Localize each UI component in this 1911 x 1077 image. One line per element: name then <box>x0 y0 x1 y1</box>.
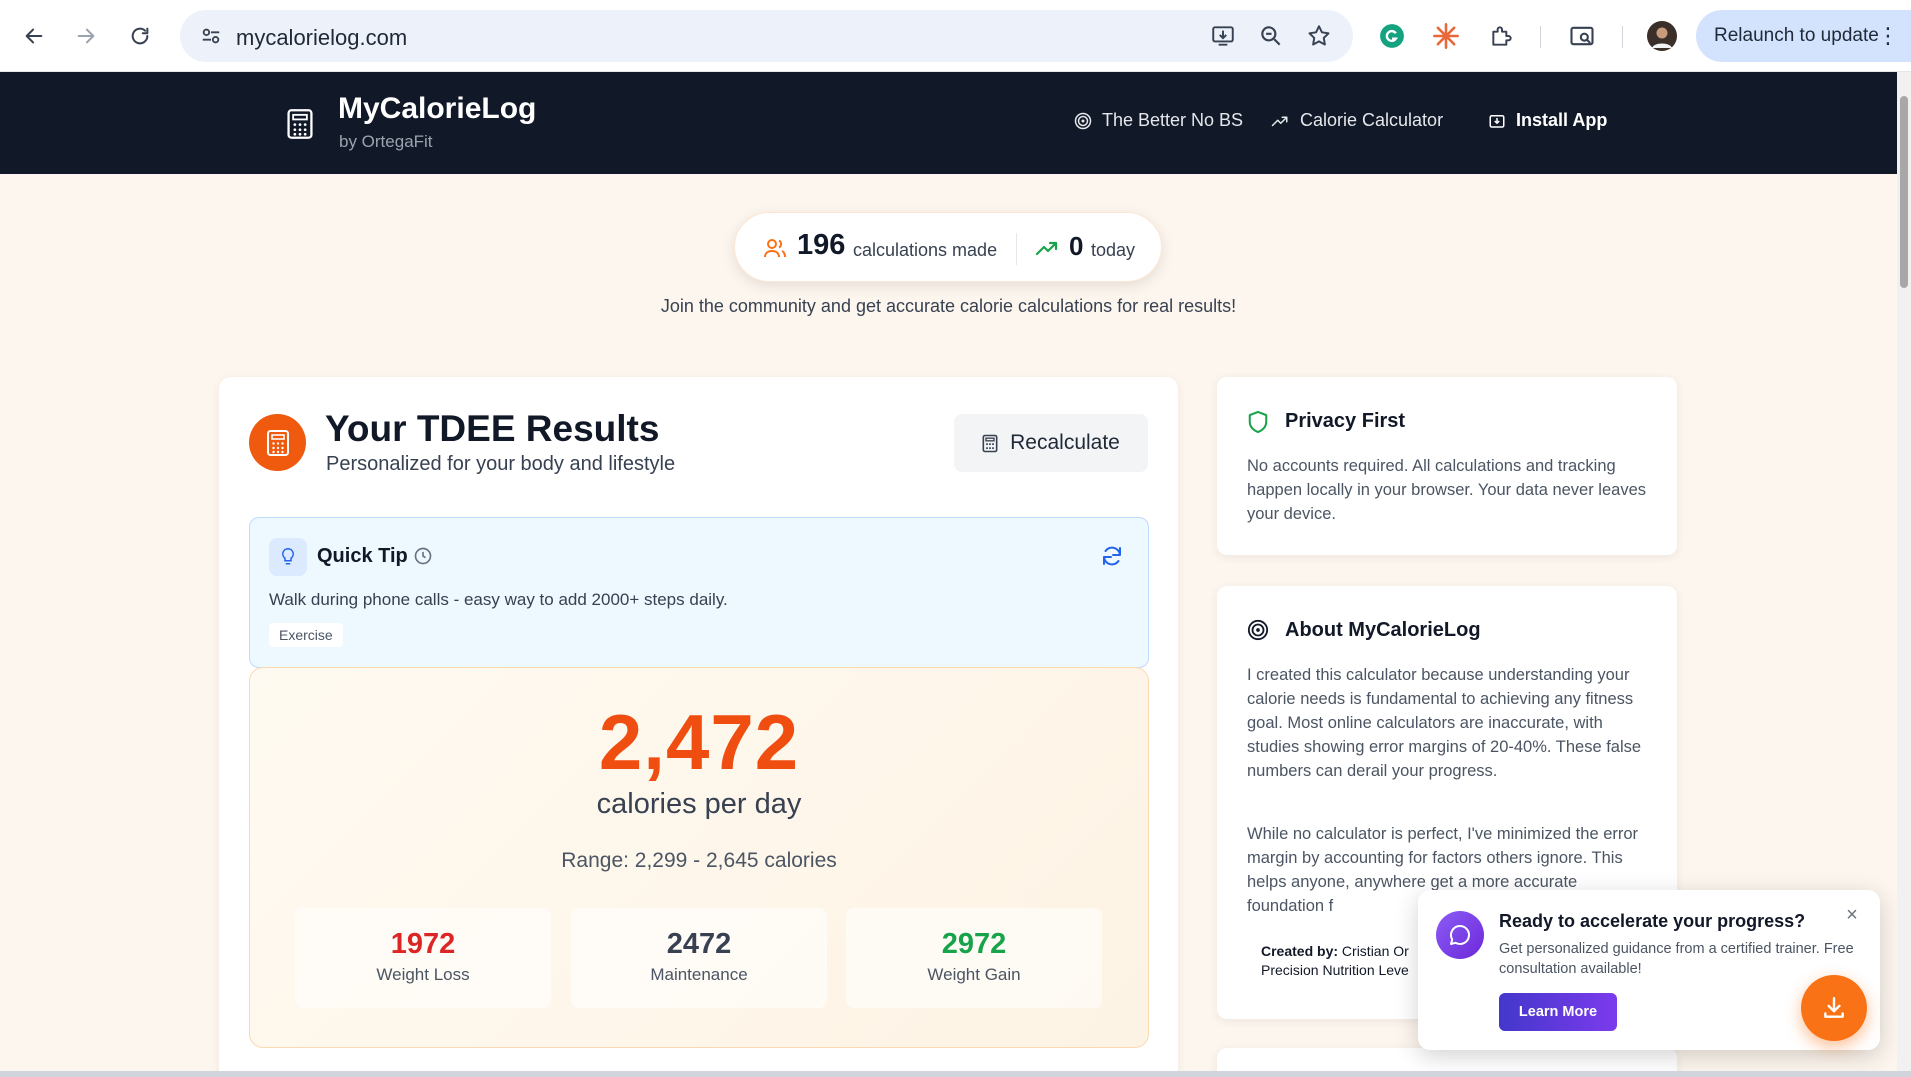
calculator-icon <box>982 434 998 452</box>
goal-card-weight-gain: 2972 Weight Gain <box>846 908 1102 1008</box>
arrow-left-icon <box>25 28 43 44</box>
sparkle-extension-icon[interactable] <box>1430 20 1462 52</box>
relaunch-update-button[interactable]: Relaunch to update ⋮ <box>1696 10 1911 62</box>
relaunch-label: Relaunch to update <box>1714 25 1879 46</box>
tip-category-tag: Exercise <box>269 623 343 647</box>
calculations-label: calculations made <box>853 240 998 260</box>
goal-value: 2972 <box>941 928 1007 960</box>
scrollbar-thumb[interactable] <box>1900 96 1908 288</box>
nav-link-label: The Better No BS <box>1102 110 1244 130</box>
goal-value: 2472 <box>666 928 732 960</box>
popup-text: Get personalized guidance from a certifi… <box>1499 941 1854 977</box>
reload-icon <box>131 27 149 45</box>
results-title: Your TDEE Results <box>325 408 660 449</box>
browser-menu-icon[interactable]: ⋮ <box>1877 10 1899 62</box>
calculations-count: 196 <box>797 229 846 261</box>
goal-value: 1972 <box>390 928 456 960</box>
creator-name: Cristian Or <box>1341 943 1409 959</box>
creator-credential: Precision Nutrition Leve <box>1261 962 1409 978</box>
site-settings-icon[interactable] <box>200 25 222 47</box>
download-icon <box>1824 997 1844 1018</box>
about-title: About MyCalorieLog <box>1285 619 1481 641</box>
goal-label: Weight Gain <box>927 965 1021 984</box>
results-subtitle: Personalized for your body and lifestyle <box>326 453 676 475</box>
zoom-icon[interactable] <box>1258 23 1284 49</box>
community-tagline: Join the community and get accurate calo… <box>660 296 1237 316</box>
quick-tip-title: Quick Tip <box>317 545 408 567</box>
address-bar[interactable]: mycalorielog.com <box>180 10 1353 62</box>
trend-up-icon <box>1271 116 1288 126</box>
toolbar-divider <box>1622 26 1623 48</box>
stats-divider <box>1016 233 1017 265</box>
trend-up-icon <box>1035 241 1058 256</box>
goal-label: Weight Loss <box>376 965 470 984</box>
install-page-icon[interactable] <box>1210 23 1236 49</box>
grammarly-extension-icon[interactable] <box>1376 20 1408 52</box>
nav-link-better-no-bs[interactable]: The Better No BS <box>1074 110 1243 131</box>
target-icon <box>1074 112 1092 129</box>
target-icon <box>1247 619 1269 641</box>
calculator-icon <box>266 429 289 456</box>
goal-card-maintenance: 2472 Maintenance <box>571 908 827 1008</box>
goal-card-weight-loss: 1972 Weight Loss <box>295 908 551 1008</box>
reload-button[interactable] <box>124 18 156 54</box>
calculator-icon <box>287 109 313 139</box>
close-icon[interactable]: × <box>1841 904 1863 926</box>
privacy-title: Privacy First <box>1285 410 1406 432</box>
recalculate-label: Recalculate <box>1010 431 1120 454</box>
recalculate-button[interactable]: Recalculate <box>954 414 1148 472</box>
site-header <box>0 72 1897 174</box>
shield-icon <box>1248 410 1268 434</box>
install-icon <box>1489 114 1505 128</box>
browser-toolbar: mycalorielog.com Relaunch to update ⋮ <box>0 0 1911 72</box>
url-text[interactable]: mycalorielog.com <box>236 25 407 51</box>
chat-bubble-icon <box>1436 911 1484 959</box>
forward-button[interactable] <box>70 18 102 54</box>
lightbulb-icon <box>269 538 307 576</box>
install-app-label: Install App <box>1516 110 1608 130</box>
nav-link-label: Calorie Calculator <box>1300 110 1444 130</box>
install-app-button[interactable]: Install App <box>1488 110 1607 131</box>
clock-icon <box>414 547 432 565</box>
popup-title: Ready to accelerate your progress? <box>1499 911 1806 931</box>
learn-more-button[interactable]: Learn More <box>1499 993 1617 1031</box>
results-badge <box>249 414 306 471</box>
back-button[interactable] <box>18 18 50 54</box>
today-label: today <box>1091 240 1136 260</box>
tdee-value: 2,472 <box>598 698 800 786</box>
nav-link-calorie-calculator[interactable]: Calorie Calculator <box>1270 110 1443 131</box>
brand-subtitle: by OrtegaFit <box>339 132 433 151</box>
horizontal-scrollbar[interactable] <box>0 1071 1911 1077</box>
created-by: Created by: Cristian Or <box>1261 942 1421 961</box>
download-fab-button[interactable] <box>1801 975 1867 1041</box>
tab-search-icon[interactable] <box>1566 20 1598 52</box>
brand-title[interactable]: MyCalorieLog <box>338 92 536 126</box>
quick-tip-text: Walk during phone calls - easy way to ad… <box>269 590 728 609</box>
stats-pill: 196 calculations made 0 today <box>734 212 1162 282</box>
about-paragraph-1: I created this calculator because unders… <box>1247 666 1642 780</box>
goal-label: Maintenance <box>650 965 748 984</box>
star-icon[interactable] <box>1306 23 1332 49</box>
arrow-right-icon <box>77 28 95 44</box>
tdee-unit: calories per day <box>596 788 802 820</box>
puzzle-extensions-icon[interactable] <box>1486 20 1518 52</box>
refresh-icon[interactable] <box>1100 544 1124 568</box>
tdee-range: Range: 2,299 - 2,645 calories <box>561 849 837 872</box>
today-count: 0 <box>1069 231 1084 261</box>
profile-avatar[interactable] <box>1646 20 1678 52</box>
privacy-text: No accounts required. All calculations a… <box>1247 457 1647 523</box>
users-icon <box>764 239 786 258</box>
created-by-label: Created by: <box>1261 943 1339 959</box>
toolbar-divider <box>1540 26 1541 48</box>
